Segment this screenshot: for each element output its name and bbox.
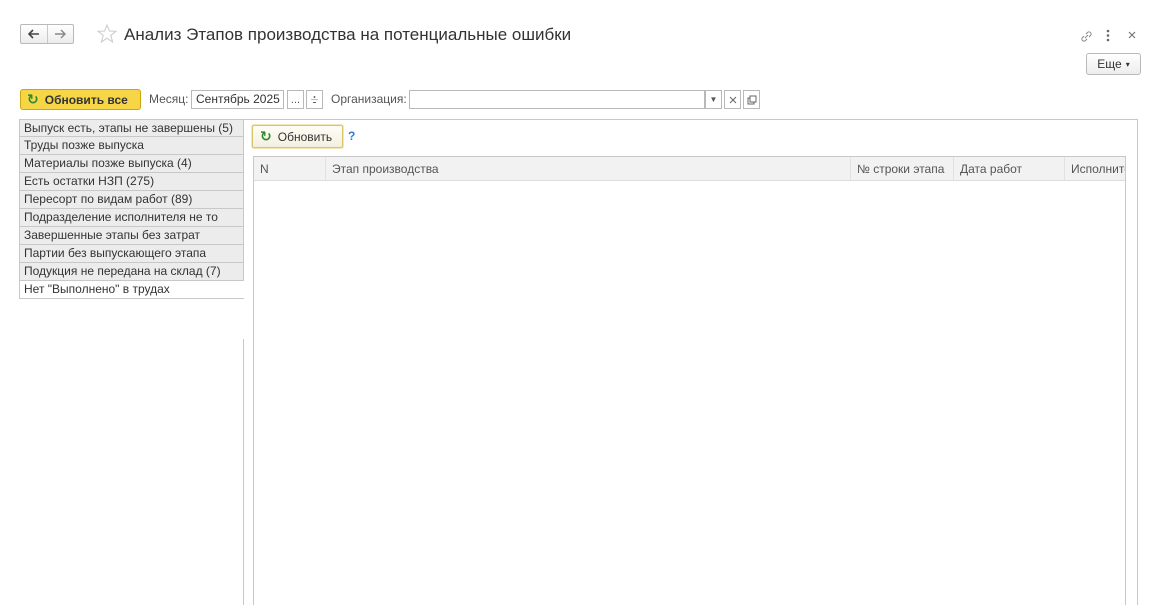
check-item[interactable]: Подразделение исполнителя не то [19,209,244,227]
organization-clear-button[interactable] [724,90,741,109]
link-icon[interactable] [1080,30,1093,46]
refresh-icon: ↻ [27,91,39,107]
organization-field[interactable] [409,90,705,109]
forward-button[interactable] [46,25,74,43]
table-header: N Этап производства № строки этапа Дата … [254,157,1125,181]
check-item[interactable]: Пересорт по видам работ (89) [19,191,244,209]
page-title: Анализ Этапов производства на потенциаль… [124,25,572,44]
arrow-left-icon [27,29,39,39]
month-field[interactable]: Сентябрь 2025 [191,90,284,109]
refresh-all-button[interactable]: ↻ Обновить все [20,89,141,110]
month-stepper[interactable] [306,90,323,109]
check-item[interactable]: Материалы позже выпуска (4) [19,155,244,173]
column-header-row-number[interactable]: № строки этапа [850,157,953,181]
organization-open-button[interactable] [743,90,760,109]
refresh-label: Обновить [277,129,333,144]
check-item-selected[interactable]: Нет "Выполнено" в трудах [19,281,244,299]
check-item[interactable]: Партии без выпускающего этапа [19,245,244,263]
open-window-icon [747,95,756,104]
clear-icon [729,96,736,103]
more-button[interactable]: Еще ▾ [1086,53,1141,75]
chevron-down-icon: ▼ [709,95,718,104]
arrow-right-icon [55,29,67,39]
check-item[interactable]: Выпуск есть, этапы не завершены (5) [19,119,244,137]
column-header-n[interactable]: N [254,157,325,181]
check-item[interactable]: Подукция не передана на склад (7) [19,263,244,281]
nav-buttons [20,24,74,44]
chevron-down-icon: ▾ [1125,59,1130,69]
results-table[interactable]: N Этап производства № строки этапа Дата … [253,156,1126,605]
column-header-work-date[interactable]: Дата работ [953,157,1064,181]
column-header-performer[interactable]: Исполните [1064,157,1125,181]
refresh-button[interactable]: ↻ Обновить [252,125,343,148]
organization-dropdown-button[interactable]: ▼ [705,90,722,109]
check-item[interactable]: Труды позже выпуска [19,137,244,155]
organization-label: Организация: [331,92,407,106]
refresh-icon: ↻ [260,128,272,144]
help-button[interactable]: ? [348,129,355,143]
column-header-stage[interactable]: Этап производства [325,157,850,181]
more-vert-icon[interactable] [1106,29,1110,45]
month-picker-button[interactable]: ... [287,90,304,109]
refresh-all-label: Обновить все [44,92,128,107]
checks-list: Выпуск есть, этапы не завершены (5) Труд… [19,119,244,299]
stepper-icon [311,96,318,103]
more-button-label: Еще [1097,57,1122,71]
favorite-star-icon[interactable] [96,23,118,46]
check-item[interactable]: Завершенные этапы без затрат [19,227,244,245]
check-item[interactable]: Есть остатки НЗП (275) [19,173,244,191]
month-label: Месяц: [149,92,189,106]
back-button[interactable] [21,25,47,43]
close-icon[interactable] [1127,29,1137,43]
